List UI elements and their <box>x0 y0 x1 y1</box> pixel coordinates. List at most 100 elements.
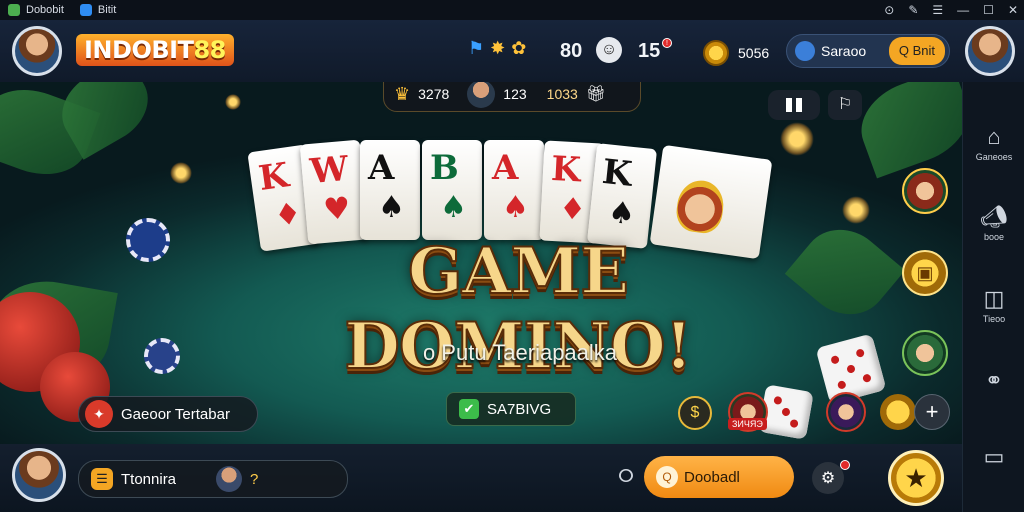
card-suit: ♠ <box>440 190 467 225</box>
sidebar-item-label: Ganeoes <box>975 152 1013 162</box>
hud-chips-right: 123 <box>503 86 527 102</box>
lantern-glow <box>842 196 870 224</box>
friend-avatar[interactable] <box>216 466 243 492</box>
sidebar-item-booe[interactable]: 📣︎ booe <box>963 204 1024 242</box>
playing-card[interactable]: W ♥ <box>299 139 369 245</box>
stat-a-value: 80 <box>560 40 583 62</box>
settings-badge <box>840 460 850 470</box>
character-avatar-2[interactable] <box>902 330 948 376</box>
card-suit: ♠ <box>606 194 637 233</box>
gear-icon: ⚙ <box>820 470 836 487</box>
player-avatar-small-2[interactable] <box>826 392 866 432</box>
clock-icon[interactable]: ⊙ <box>884 3 894 17</box>
settings-gear-button[interactable]: ⚙ <box>812 462 844 494</box>
check-icon: ✔ <box>459 399 479 419</box>
playing-card[interactable]: A ♠ <box>484 140 544 240</box>
play-button[interactable]: ✔ SA7BIVG <box>446 392 576 426</box>
window-tab-label: Bitit <box>97 4 117 16</box>
card-rank: A <box>368 148 395 188</box>
player-avatar[interactable] <box>12 26 62 76</box>
pause-icon <box>786 98 792 112</box>
profile-avatar[interactable] <box>965 26 1015 76</box>
tournament-pill[interactable]: ☰ Ttonnira ? <box>78 460 348 498</box>
lantern-glow <box>170 162 192 184</box>
card-rank: K <box>600 151 634 195</box>
download-button[interactable]: Q Doobadl <box>644 456 794 498</box>
logo-number: 88 <box>193 36 226 64</box>
hud-bonus: 1033 <box>546 86 578 102</box>
playing-card[interactable]: A ♠ <box>360 140 420 240</box>
close-icon[interactable]: ✕ <box>1008 3 1018 17</box>
player-count: ? <box>250 470 259 488</box>
flower-icon[interactable]: ✿ <box>511 38 526 59</box>
sidebar-item-folder[interactable]: ▭ <box>963 444 1024 472</box>
search-bar[interactable]: Saraoo Q Bnit <box>786 34 950 68</box>
add-button[interactable]: + <box>914 394 950 430</box>
tournament-label: Ttonnira <box>121 470 177 488</box>
window-tab-label: Dobobit <box>26 4 64 16</box>
star-icon: ★ <box>904 462 928 493</box>
notification-badge: ! <box>662 38 672 48</box>
coin-bag-icon[interactable]: $ <box>678 396 712 430</box>
calendar-icon: ◫ <box>983 286 1005 311</box>
leaf-decoration <box>784 212 906 332</box>
water-drop-icon <box>79 4 92 16</box>
link-icon: ⚭ <box>984 368 1004 393</box>
flag-icon[interactable]: ⚑ <box>468 38 484 59</box>
pause-button[interactable] <box>768 90 820 120</box>
card-suit: ♥ <box>322 190 352 228</box>
gaeoor-tertabar-button[interactable]: ✦ Gaeoor Tertabar <box>78 396 258 432</box>
logo-text: INDOBIT <box>84 36 194 64</box>
maximize-icon[interactable]: ☐ <box>983 3 994 17</box>
lightning-icon: ✦ <box>85 400 113 428</box>
playing-card[interactable]: B ♠ <box>422 140 482 240</box>
hud-strip: ♛ 3278 123 1033 🎁︎ <box>383 82 641 112</box>
minimize-icon[interactable]: — <box>957 3 969 17</box>
search-button[interactable]: Q Bnit <box>888 37 945 65</box>
search-label: Saraoo <box>821 43 867 59</box>
coin-balance: 5056 <box>738 45 770 61</box>
game-subtitle: o Putu Taeriapaalka <box>422 340 618 365</box>
window-tab-dobobit[interactable]: Dobobit <box>0 0 72 20</box>
opponent-avatar[interactable] <box>467 82 496 108</box>
card-rank: B <box>430 148 459 188</box>
megaphone-icon: 📣︎ <box>980 204 1008 229</box>
poker-chip <box>144 338 180 374</box>
coin-reward-icon[interactable]: ▣ <box>902 250 948 296</box>
right-sidebar: ⌂ Ganeoes 📣︎ booe ◫ Tieoo ⚭ ▭ <box>962 82 1024 512</box>
card-suit: ♦ <box>558 191 587 228</box>
sidebar-item-tieoo[interactable]: ◫ Tieoo <box>963 286 1024 324</box>
lantern-glow <box>780 122 814 156</box>
crown-icon: ♛ <box>394 83 411 104</box>
coin-icon <box>703 40 729 66</box>
app-icon <box>8 4 20 16</box>
settings-button[interactable]: ⚐ <box>828 90 862 120</box>
top-bar: INDOBIT88 ⚑ ✸ ✿ 80 ☺ 15 ! 5056 Saraoo Q … <box>0 20 1024 82</box>
pin-icon[interactable]: ✎ <box>908 3 918 17</box>
gaeoor-tertabar-label: Gaeoor Tertabar <box>121 405 230 423</box>
gift-icon[interactable]: 🎁︎ <box>586 84 606 104</box>
home-icon: ⌂ <box>987 124 1001 149</box>
sidebar-item-label: booe <box>983 232 1005 242</box>
search-icon: Q <box>656 466 678 488</box>
stat-b-value: 15 <box>638 40 661 62</box>
player-avatar-bottom[interactable] <box>12 448 66 502</box>
card-suit: ♠ <box>502 190 529 225</box>
player-tag: ЗИЧЯЭ <box>728 418 767 430</box>
smile-icon[interactable]: ☺ <box>596 37 622 63</box>
brand-logo: INDOBIT88 <box>76 34 234 66</box>
card-suit: ♠ <box>378 190 405 225</box>
window-tab-bitit[interactable]: Bitit <box>72 0 124 20</box>
playing-card[interactable]: K ♠ <box>586 143 658 249</box>
card-rank: K <box>256 155 292 200</box>
sidebar-item-ganeoes[interactable]: ⌂ Ganeoes <box>963 124 1024 162</box>
sparkle-icon[interactable]: ✸ <box>490 38 505 59</box>
flag-icon: ⚐ <box>837 96 853 113</box>
favorite-star-button[interactable]: ★ <box>888 450 944 506</box>
menu-icon[interactable]: ☰ <box>932 3 943 17</box>
sidebar-item-link[interactable]: ⚭ <box>963 368 1024 396</box>
card-rank: K <box>550 148 582 191</box>
folder-icon: ▭ <box>983 444 1005 469</box>
jester-mascot <box>673 177 727 236</box>
character-avatar-1[interactable] <box>902 168 948 214</box>
